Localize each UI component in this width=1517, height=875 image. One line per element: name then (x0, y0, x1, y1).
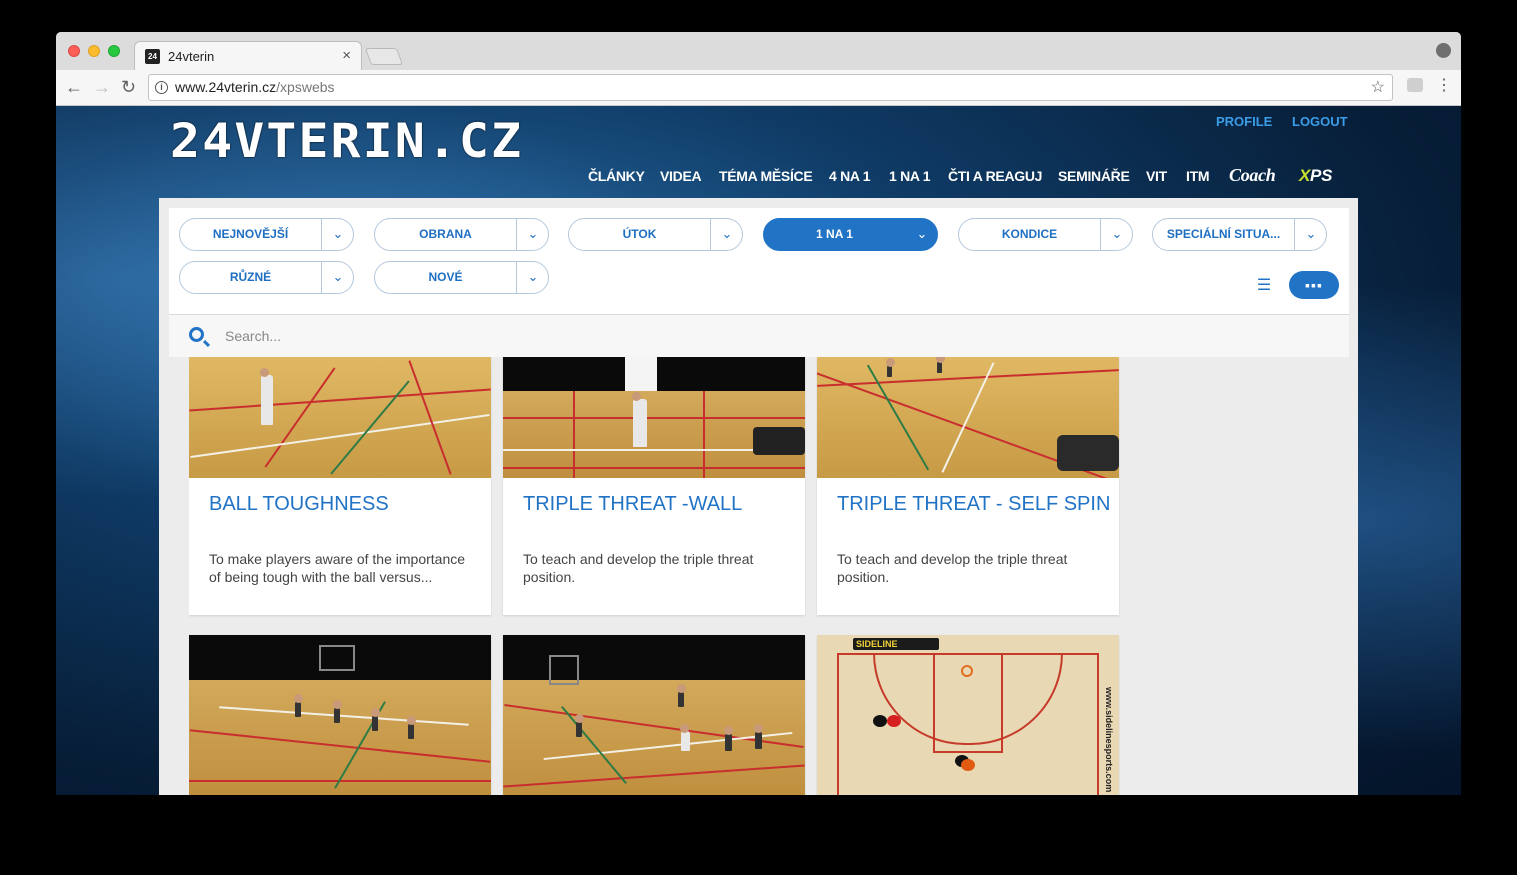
profile-icon[interactable] (1436, 43, 1451, 58)
chevron-down-icon[interactable]: ⌄ (517, 262, 549, 293)
bookmark-star-icon[interactable]: ☆ (1371, 77, 1385, 97)
browser-toolbar: ← → ↻ i www.24vterin.cz/xpswebs ☆ ⋮ (56, 70, 1461, 106)
info-icon[interactable]: i (155, 81, 168, 94)
chevron-down-icon[interactable]: ⌄ (906, 219, 938, 250)
reload-icon[interactable]: ↻ (121, 77, 136, 97)
site-logo[interactable]: 24VTERIN.CZ (170, 113, 523, 168)
close-window-button[interactable] (68, 45, 80, 57)
grid-view-button[interactable]: ▪▪▪ (1289, 271, 1339, 299)
filter-label: ÚTOK (622, 227, 657, 241)
profile-link[interactable]: PROFILE (1216, 114, 1272, 129)
chevron-down-icon[interactable]: ⌄ (711, 219, 743, 250)
drill-title[interactable]: TRIPLE THREAT - SELF SPIN (837, 493, 1110, 516)
drill-description: To make players aware of the importance … (209, 551, 466, 585)
filter-label: RŮZNÉ (229, 270, 272, 284)
logout-link[interactable]: LOGOUT (1292, 114, 1348, 129)
minimize-window-button[interactable] (88, 45, 100, 57)
favicon-icon: 24 (145, 49, 160, 64)
drill-card[interactable]: TRIPLE THREAT -WALL To teach and develop… (503, 357, 805, 615)
nav-xps-logo[interactable]: XPS (1299, 166, 1332, 186)
diagram-watermark: www.sidelinesports.com (1104, 687, 1114, 793)
drill-grid: BALL TOUGHNESS To make players aware of … (189, 357, 1189, 795)
forward-arrow-icon[interactable]: → (93, 77, 111, 97)
nav-seminare[interactable]: SEMINÁŘE (1058, 168, 1130, 184)
chevron-down-icon[interactable]: ⌄ (322, 262, 354, 293)
browser-window: 24 24vterin × ← → ↻ i www.24vterin.cz/xp… (56, 32, 1461, 795)
nav-cti-a-reaguj[interactable]: ČTI A REAGUJ (948, 168, 1042, 184)
nav-clanky[interactable]: ČLÁNKY (588, 168, 645, 184)
chevron-down-icon[interactable]: ⌄ (517, 219, 549, 250)
content-container: NEJNOVĚJŠÍ ⌄ OBRANA ⌄ ÚTOK ⌄ 1 NA 1 ⌄ KONDIC… (159, 198, 1358, 795)
filter-label: 1 NA 1 (816, 227, 853, 241)
nav-vit[interactable]: VIT (1146, 168, 1167, 184)
filter-specialni-situace[interactable]: SPECIÁLNÍ SITUA... ⌄ (1152, 218, 1327, 251)
drill-card[interactable] (503, 635, 805, 795)
drill-title[interactable]: BALL TOUGHNESS (209, 493, 389, 516)
url-text[interactable]: www.24vterin.cz/xpswebs (175, 79, 335, 95)
xps-x: X (1299, 166, 1311, 185)
search-icon[interactable] (189, 327, 204, 342)
filter-label: KONDICE (1001, 227, 1058, 241)
filter-label: OBRANA (419, 227, 472, 241)
drill-thumbnail[interactable] (503, 357, 805, 478)
filter-nove[interactable]: NOVÉ ⌄ (374, 261, 549, 294)
nav-itm[interactable]: ITM (1186, 168, 1210, 184)
tab-bar: 24 24vterin × (56, 32, 1461, 71)
nav-videa[interactable]: VIDEA (660, 168, 702, 184)
nav-coach-logo[interactable]: Coach (1229, 165, 1276, 186)
back-arrow-icon[interactable]: ← (65, 77, 83, 97)
drill-description: To teach and develop the triple threat p… (837, 551, 1068, 585)
drill-thumbnail[interactable] (817, 357, 1119, 478)
tab-close-icon[interactable]: × (342, 47, 351, 64)
drill-card[interactable]: TRIPLE THREAT - SELF SPIN To teach and d… (817, 357, 1119, 615)
address-bar[interactable]: i www.24vterin.cz/xpswebs ☆ (148, 74, 1393, 101)
new-tab-button[interactable] (364, 48, 404, 65)
browser-menu-icon[interactable]: ⋮ (1436, 76, 1452, 96)
filter-ruzne[interactable]: RŮZNÉ ⌄ (179, 261, 354, 294)
drill-thumbnail[interactable] (189, 357, 491, 478)
drill-title[interactable]: TRIPLE THREAT -WALL (523, 493, 742, 516)
list-view-icon[interactable]: ☰ (1253, 276, 1275, 296)
nav-tema-mesice[interactable]: TÉMA MĚSÍCE (719, 168, 813, 184)
filter-label: NOVÉ (428, 270, 463, 284)
chevron-down-icon[interactable]: ⌄ (1295, 219, 1327, 250)
filter-label: NEJNOVĚJŠÍ (212, 227, 289, 241)
drill-card[interactable]: BALL TOUGHNESS To make players aware of … (189, 357, 491, 615)
tab-title: 24vterin (168, 49, 215, 64)
search-input[interactable] (225, 323, 725, 349)
chevron-down-icon[interactable]: ⌄ (1101, 219, 1133, 250)
drill-description: To teach and develop the triple threat p… (523, 551, 754, 585)
nav-1-na-1[interactable]: 1 NA 1 (889, 168, 931, 184)
zoom-window-button[interactable] (108, 45, 120, 57)
drill-card[interactable] (189, 635, 491, 795)
drill-thumbnail[interactable] (189, 635, 491, 795)
filter-nejnovejsi[interactable]: NEJNOVĚJŠÍ ⌄ (179, 218, 354, 251)
url-host: www.24vterin.cz (175, 79, 277, 95)
search-row (169, 315, 1349, 357)
drill-card[interactable]: SIDELINE www.sidelinesports.com (817, 635, 1119, 795)
browser-tab[interactable]: 24 24vterin × (134, 41, 362, 71)
url-path: /xpswebs (276, 79, 335, 95)
xps-ps: PS (1310, 166, 1333, 185)
filter-obrana[interactable]: OBRANA ⌄ (374, 218, 549, 251)
filter-bar: NEJNOVĚJŠÍ ⌄ OBRANA ⌄ ÚTOK ⌄ 1 NA 1 ⌄ KONDIC… (169, 208, 1349, 315)
nav-4-na-1[interactable]: 4 NA 1 (829, 168, 871, 184)
sideline-logo: SIDELINE (853, 638, 939, 650)
web-page: 24VTERIN.CZ PROFILE LOGOUT ČLÁNKY VIDEA … (56, 106, 1461, 795)
filter-label: SPECIÁLNÍ SITUA... (1166, 227, 1281, 241)
extension-icon[interactable] (1407, 78, 1423, 92)
chevron-down-icon[interactable]: ⌄ (322, 219, 354, 250)
filter-kondice[interactable]: KONDICE ⌄ (958, 218, 1133, 251)
drill-thumbnail[interactable]: SIDELINE www.sidelinesports.com (817, 635, 1119, 795)
filter-utok[interactable]: ÚTOK ⌄ (568, 218, 743, 251)
drill-thumbnail[interactable] (503, 635, 805, 795)
filter-1-na-1[interactable]: 1 NA 1 ⌄ (763, 218, 938, 251)
